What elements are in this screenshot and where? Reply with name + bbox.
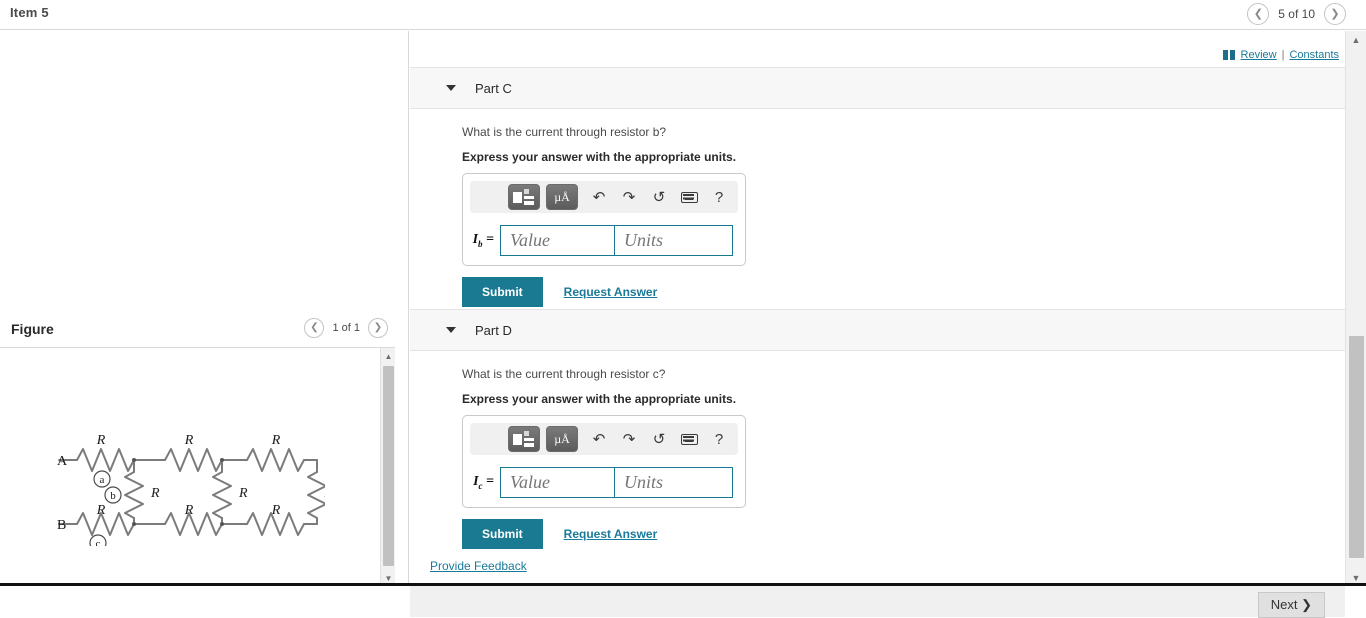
symbol-subscript: c xyxy=(479,481,483,491)
svg-text:R: R xyxy=(184,433,194,448)
figure-scroll-thumb[interactable] xyxy=(383,366,394,566)
bottom-bar: Next ❯ xyxy=(410,585,1345,617)
part-c-symbol: Ib = xyxy=(470,232,500,249)
svg-text:B: B xyxy=(57,518,66,533)
content-panel: Review | Constants Part C What is the cu… xyxy=(410,31,1345,586)
undo-icon[interactable]: ↶ xyxy=(584,184,614,210)
part-c-instruction: Express your answer with the appropriate… xyxy=(462,150,1345,164)
figure-scrollbar[interactable]: ▲ ▼ xyxy=(380,348,395,586)
book-icon xyxy=(1223,50,1236,60)
circuit-diagram: R R R R R R R R R A B xyxy=(55,426,325,551)
collapse-caret-icon[interactable] xyxy=(446,327,456,333)
part-c-question: What is the current through resistor b? xyxy=(462,125,1345,139)
micro-angstrom-icon: µÅ xyxy=(554,190,570,205)
equals-sign: = xyxy=(486,474,494,489)
circuit-svg: R R R R R R R R R A B xyxy=(55,426,325,546)
svg-text:b: b xyxy=(110,490,116,502)
content-scroll-up-icon[interactable]: ▲ xyxy=(1346,31,1366,48)
svg-text:a: a xyxy=(100,474,105,486)
next-button[interactable]: Next ❯ xyxy=(1258,592,1325,618)
figure-pager-label: 1 of 1 xyxy=(332,322,360,334)
content-scroll-thumb[interactable] xyxy=(1349,336,1364,558)
part-d-instruction: Express your answer with the appropriate… xyxy=(462,392,1345,406)
svg-text:R: R xyxy=(150,486,160,501)
part-d-header[interactable]: Part D xyxy=(410,309,1345,351)
svg-text:R: R xyxy=(96,433,106,448)
template-button[interactable] xyxy=(508,426,540,452)
part-c-value-input[interactable] xyxy=(500,225,615,256)
top-bar: Item 5 ❮ 5 of 10 ❯ xyxy=(0,0,1366,30)
part-c-header[interactable]: Part C xyxy=(410,67,1345,109)
equals-sign: = xyxy=(486,232,494,247)
units-button[interactable]: µÅ xyxy=(546,184,578,210)
reset-icon[interactable]: ↺ xyxy=(644,426,674,452)
part-d-value-input[interactable] xyxy=(500,467,615,498)
links-separator: | xyxy=(1282,49,1285,61)
undo-icon[interactable]: ↶ xyxy=(584,426,614,452)
figure-next-button[interactable]: ❯ xyxy=(368,318,388,338)
review-link[interactable]: Review xyxy=(1241,49,1277,61)
next-item-button[interactable]: ❯ xyxy=(1324,3,1346,25)
figure-body: R R R R R R R R R A B xyxy=(0,348,395,586)
part-d-section: Part D What is the current through resis… xyxy=(410,309,1345,549)
reset-icon[interactable]: ↺ xyxy=(644,184,674,210)
part-c-toolbar: µÅ ↶ ↷ ↺ ? xyxy=(470,181,738,213)
figure-header: Figure ❮ 1 of 1 ❯ xyxy=(0,315,408,345)
redo-icon[interactable]: ↷ xyxy=(614,426,644,452)
part-d-units-input[interactable] xyxy=(615,467,733,498)
prev-item-button[interactable]: ❮ xyxy=(1247,3,1269,25)
item-pager-label: 5 of 10 xyxy=(1278,7,1315,21)
figure-prev-button[interactable]: ❮ xyxy=(304,318,324,338)
constants-link[interactable]: Constants xyxy=(1289,49,1339,61)
help-icon[interactable]: ? xyxy=(704,184,734,210)
svg-text:R: R xyxy=(184,503,194,518)
part-d-answer-box: µÅ ↶ ↷ ↺ ? Ic = xyxy=(462,415,746,508)
part-c-answer-box: µÅ ↶ ↷ ↺ ? Ib = xyxy=(462,173,746,266)
svg-text:c: c xyxy=(96,538,101,546)
svg-text:R: R xyxy=(271,503,281,518)
item-pager: ❮ 5 of 10 ❯ xyxy=(1247,3,1346,25)
figure-pager: ❮ 1 of 1 ❯ xyxy=(304,318,388,338)
part-c-section: Part C What is the current through resis… xyxy=(410,67,1345,307)
symbol-subscript: b xyxy=(478,239,483,249)
part-d-label: Part D xyxy=(475,323,512,338)
template-button[interactable] xyxy=(508,184,540,210)
figure-title: Figure xyxy=(11,321,54,337)
redo-icon[interactable]: ↷ xyxy=(614,184,644,210)
part-c-actions: Submit Request Answer xyxy=(462,277,1345,307)
part-d-actions: Submit Request Answer xyxy=(462,519,1345,549)
part-d-symbol: Ic = xyxy=(470,474,500,491)
help-icon[interactable]: ? xyxy=(704,426,734,452)
svg-text:R: R xyxy=(271,433,281,448)
part-c-units-input[interactable] xyxy=(615,225,733,256)
svg-text:R: R xyxy=(96,503,106,518)
part-c-request-answer-link[interactable]: Request Answer xyxy=(564,285,658,299)
part-d-toolbar: µÅ ↶ ↷ ↺ ? xyxy=(470,423,738,455)
keyboard-icon[interactable] xyxy=(674,184,704,210)
part-d-request-answer-link[interactable]: Request Answer xyxy=(564,527,658,541)
part-c-answer-row: Ib = xyxy=(470,225,738,256)
part-d-question: What is the current through resistor c? xyxy=(462,367,1345,381)
top-links: Review | Constants xyxy=(1223,49,1339,61)
keyboard-icon[interactable] xyxy=(674,426,704,452)
micro-angstrom-icon: µÅ xyxy=(554,432,570,447)
template-icon xyxy=(513,431,535,448)
template-icon xyxy=(513,189,535,206)
units-button[interactable]: µÅ xyxy=(546,426,578,452)
item-title: Item 5 xyxy=(10,5,49,20)
part-c-submit-button[interactable]: Submit xyxy=(462,277,543,307)
svg-text:R: R xyxy=(323,486,325,501)
figure-panel: Figure ❮ 1 of 1 ❯ xyxy=(0,31,409,586)
collapse-caret-icon[interactable] xyxy=(446,85,456,91)
svg-text:R: R xyxy=(238,486,248,501)
svg-text:A: A xyxy=(57,454,68,469)
content-scrollbar[interactable]: ▲ ▼ xyxy=(1345,31,1366,586)
part-d-submit-button[interactable]: Submit xyxy=(462,519,543,549)
provide-feedback-link[interactable]: Provide Feedback xyxy=(430,559,527,573)
part-d-answer-row: Ic = xyxy=(470,467,738,498)
part-c-label: Part C xyxy=(475,81,512,96)
figure-scroll-up-icon[interactable]: ▲ xyxy=(381,348,396,364)
